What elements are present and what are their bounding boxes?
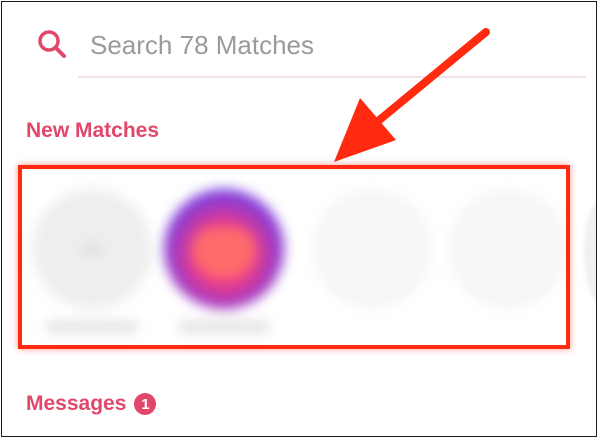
annotation-arrow (334, 28, 490, 162)
app-screen: New Matches (1, 1, 597, 437)
